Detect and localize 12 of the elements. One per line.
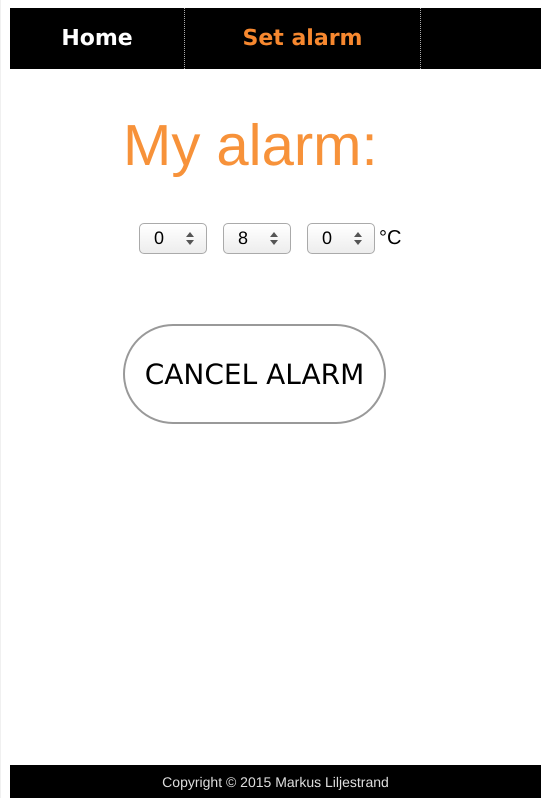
stepper-arrows-icon [354, 232, 362, 245]
number-select[interactable]: 0 [307, 223, 375, 254]
nav-tab[interactable]: Set alarm [185, 8, 421, 69]
page-title: My alarm: [123, 117, 379, 175]
nav-tab[interactable]: Home [10, 8, 185, 69]
cancel-alarm-button[interactable]: CANCEL ALARM [123, 324, 386, 424]
copyright-text: Copyright © 2015 Markus Liljestrand [162, 774, 389, 790]
number-select[interactable]: 0 [139, 223, 207, 254]
stepper-arrows-icon [270, 232, 278, 245]
stepper-arrows-icon [186, 232, 194, 245]
number-select[interactable]: 8 [223, 223, 291, 254]
unit-label: °C [379, 227, 402, 250]
